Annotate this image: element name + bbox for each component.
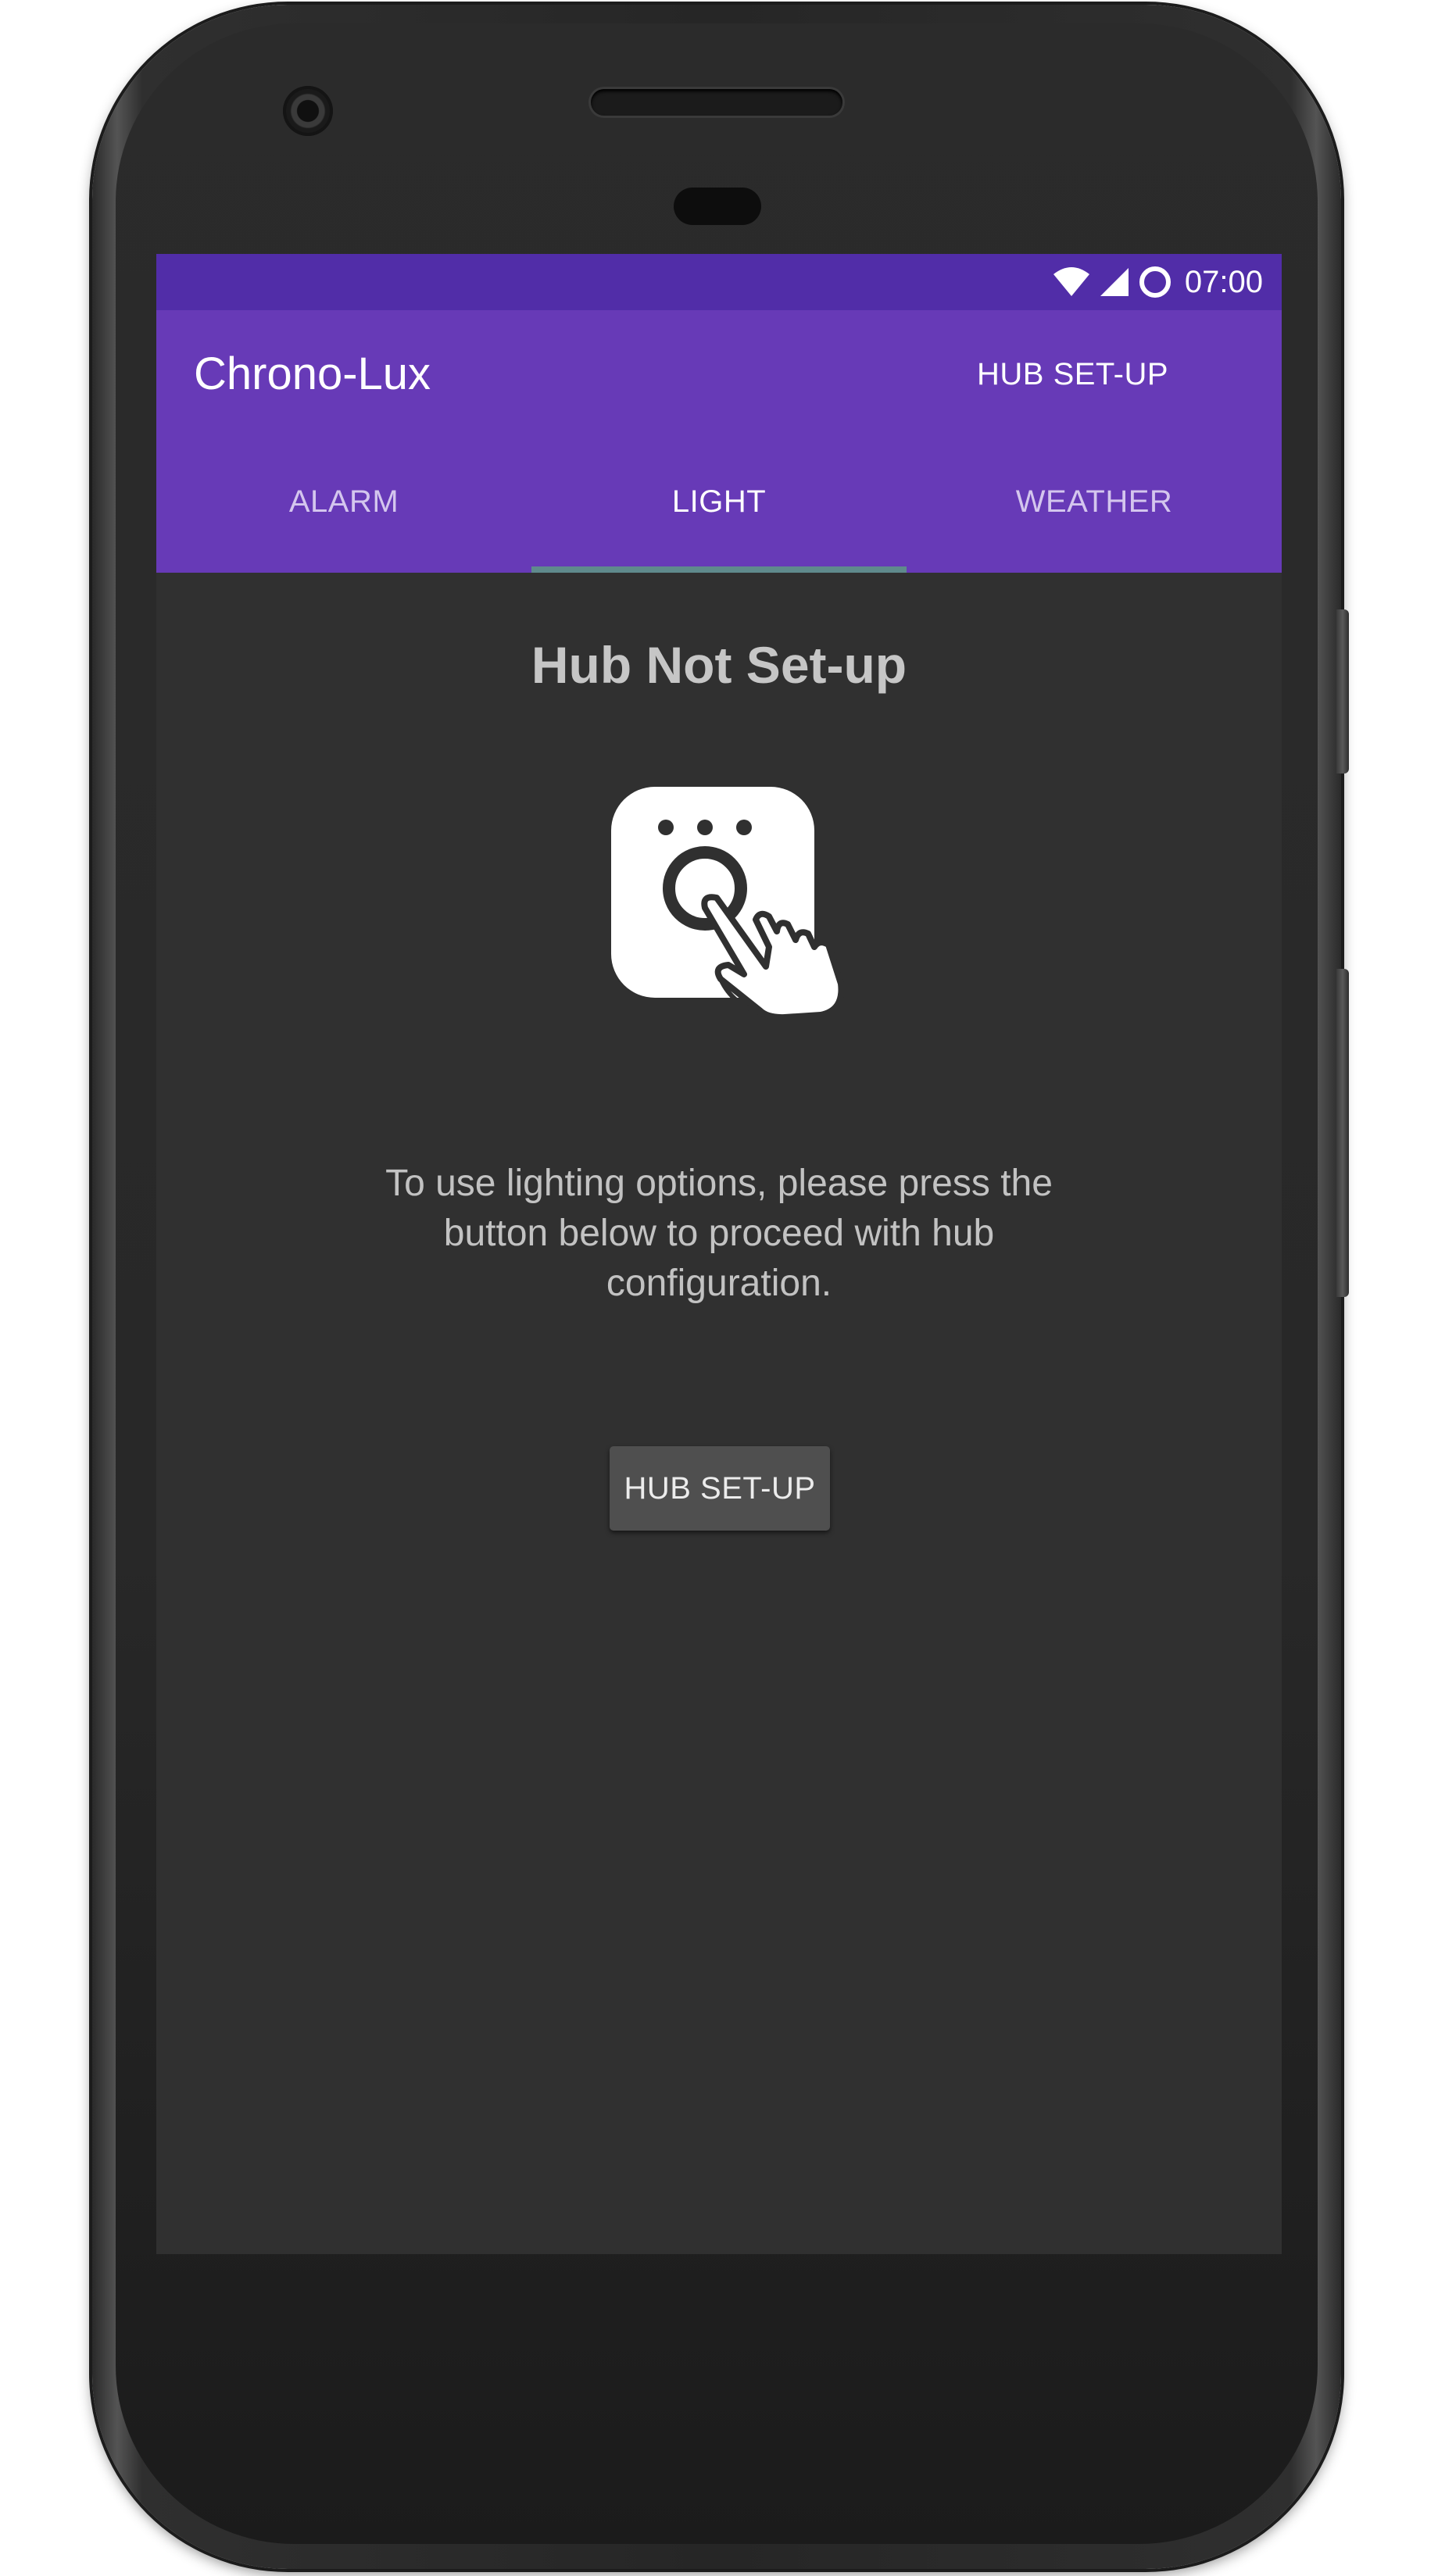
status-icons: 07:00	[1052, 254, 1263, 310]
hub-setup-button[interactable]: HUB SET-UP	[610, 1446, 830, 1531]
device-mockup: 07:00 Chrono-Lux HUB SET-UP ALARM LIGHT	[0, 0, 1438, 2576]
app-title: Chrono-Lux	[194, 348, 431, 399]
tab-label: LIGHT	[671, 484, 767, 519]
power-button	[1336, 609, 1349, 774]
status-bar: 07:00	[156, 254, 1282, 310]
tab-label: ALARM	[288, 484, 399, 519]
tab-label: WEATHER	[1015, 484, 1173, 519]
tab-light[interactable]: LIGHT	[531, 445, 907, 573]
setup-message: To use lighting options, please press th…	[385, 1163, 1053, 1304]
cell-signal-icon	[1100, 268, 1129, 296]
earpiece-speaker	[591, 89, 842, 116]
volume-button	[1336, 969, 1349, 1297]
hub-press-button-icon	[611, 787, 845, 1021]
front-camera	[283, 86, 333, 136]
tab-indicator	[531, 566, 907, 573]
app-bar: Chrono-Lux HUB SET-UP	[156, 310, 1282, 445]
tab-alarm[interactable]: ALARM	[156, 445, 531, 573]
proximity-sensor	[674, 188, 761, 225]
hub-setup-action-button[interactable]: HUB SET-UP	[977, 357, 1168, 392]
tab-weather[interactable]: WEATHER	[907, 445, 1282, 573]
tab-bar: ALARM LIGHT WEATHER	[156, 445, 1282, 573]
wifi-icon	[1053, 267, 1089, 296]
content-title: Hub Not Set-up	[531, 636, 907, 694]
status-time: 07:00	[1184, 264, 1263, 299]
app-screen: 07:00 Chrono-Lux HUB SET-UP ALARM LIGHT	[156, 254, 1282, 2254]
circle-indicator-icon	[1139, 266, 1171, 298]
